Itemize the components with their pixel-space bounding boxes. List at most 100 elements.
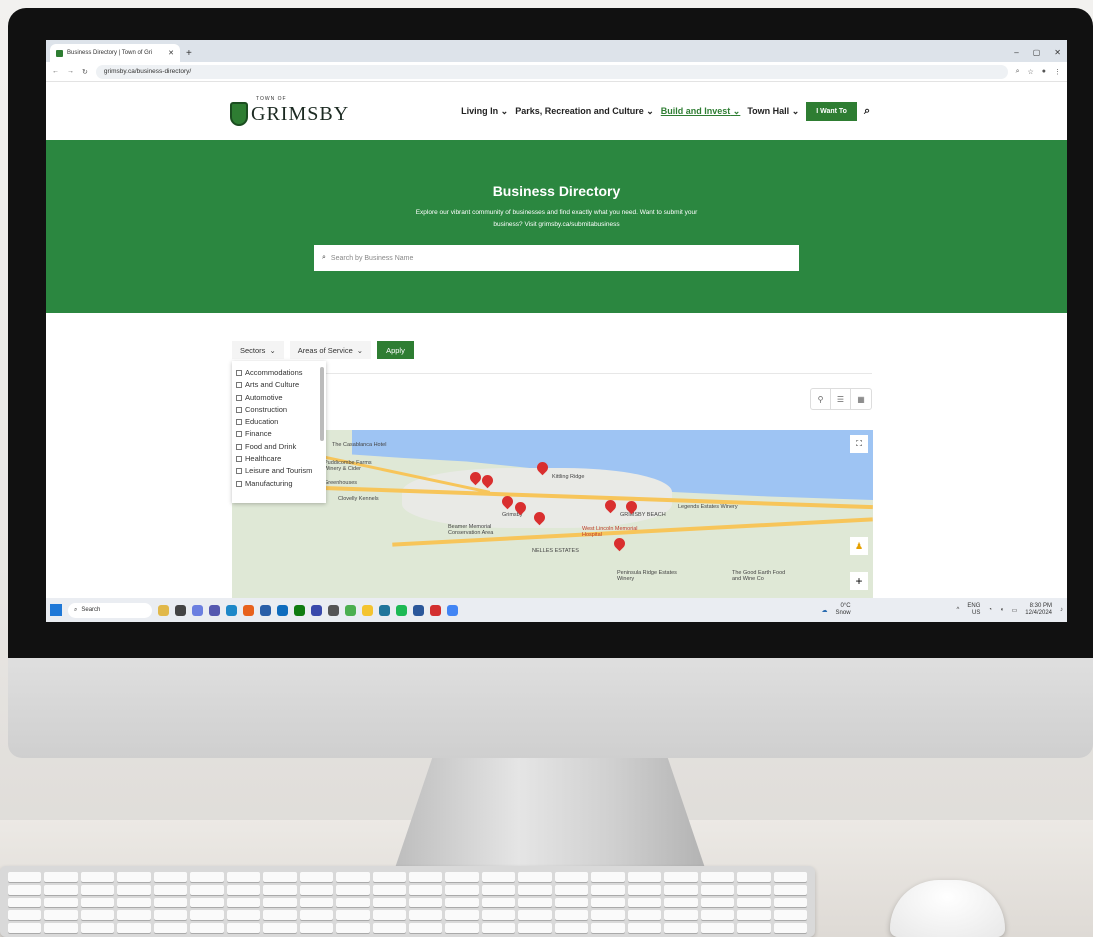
keyboard — [0, 866, 815, 937]
weather-icon[interactable]: ☁ — [822, 607, 828, 614]
sector-option[interactable]: Leisure and Tourism — [236, 465, 322, 477]
menu-dots-icon[interactable]: ⋮ — [1054, 68, 1061, 76]
search-icon[interactable]: ⌕ — [864, 105, 870, 118]
windows-start-icon[interactable] — [50, 604, 62, 616]
list-view-icon[interactable]: ☰ — [831, 389, 851, 409]
minimize-icon[interactable]: – — [1014, 48, 1018, 57]
checkbox[interactable] — [236, 480, 242, 487]
keyboard-key — [153, 910, 188, 921]
firefox-icon[interactable] — [243, 604, 254, 616]
sector-option[interactable]: Accommodations — [236, 367, 322, 379]
reload-icon[interactable]: ↻ — [82, 68, 88, 76]
fullscreen-icon[interactable]: ⛶ — [850, 435, 868, 453]
keyboard-key — [627, 872, 662, 882]
map-label: Legends Estates Winery — [678, 504, 738, 510]
checkbox[interactable] — [236, 443, 242, 450]
sector-option[interactable]: Construction — [236, 404, 322, 416]
checkbox[interactable] — [236, 419, 242, 426]
keyboard-key — [44, 872, 78, 882]
sector-option[interactable]: Finance — [236, 428, 322, 440]
chrome-icon[interactable] — [345, 604, 356, 616]
bookmark-star-icon[interactable]: ☆ — [1027, 68, 1033, 76]
keyboard-key — [8, 910, 42, 921]
nav-item-build-invest[interactable]: Build and Invest ⌄ — [661, 106, 741, 117]
weather-readout[interactable]: 0°C Snow — [836, 603, 851, 617]
forward-icon[interactable]: → — [67, 68, 74, 75]
store-icon[interactable] — [260, 604, 271, 616]
edge-icon[interactable] — [226, 604, 237, 616]
checkbox[interactable] — [236, 406, 242, 413]
scrollbar[interactable] — [320, 367, 324, 441]
keyboard-key — [153, 884, 188, 895]
checkbox[interactable] — [236, 370, 242, 376]
wordpress-icon[interactable] — [379, 604, 390, 616]
map-view-icon[interactable]: ▦ — [851, 389, 871, 409]
business-search-input[interactable]: ⌕ Search by Business Name — [314, 245, 799, 271]
map-pin-icon[interactable] — [611, 535, 628, 552]
url-field[interactable]: grimsby.ca/business-directory/ — [95, 64, 1008, 79]
zoom-in-button[interactable]: + — [850, 572, 868, 590]
business-map[interactable]: The Casablanca Hotel Puddicombe Farms Wi… — [232, 430, 873, 602]
keyboard-key — [372, 910, 406, 921]
street-view-pegman-icon[interactable]: ♟ — [850, 537, 868, 555]
browser-tab[interactable]: Business Directory | Town of Gri ✕ — [50, 44, 180, 62]
copilot-icon[interactable] — [192, 604, 203, 616]
maximize-icon[interactable]: ▢ — [1033, 48, 1041, 57]
checkbox[interactable] — [236, 431, 242, 438]
language-indicator[interactable]: ENG US — [967, 603, 980, 617]
word-icon[interactable] — [413, 604, 424, 616]
sector-option[interactable]: Manufacturing — [236, 478, 322, 490]
keyboard-key — [737, 923, 771, 933]
close-tab-icon[interactable]: ✕ — [168, 49, 174, 57]
file-explorer-icon[interactable] — [362, 604, 373, 616]
acrobat-icon[interactable] — [430, 604, 441, 616]
checkbox[interactable] — [236, 468, 242, 475]
sector-option[interactable]: Arts and Culture — [236, 379, 322, 391]
keyboard-key — [737, 872, 771, 882]
zoom-icon[interactable]: ⌕ — [1016, 68, 1020, 76]
nav-item-parks[interactable]: Parks, Recreation and Culture ⌄ — [515, 106, 654, 117]
widgets-icon[interactable] — [158, 604, 169, 616]
calculator-icon[interactable] — [328, 604, 339, 616]
areas-of-service-dropdown[interactable]: Areas of Service ⌄ — [289, 341, 372, 359]
sector-option[interactable]: Education — [236, 416, 322, 428]
sectors-dropdown[interactable]: Sectors ⌄ — [232, 341, 284, 359]
teams-icon[interactable] — [209, 604, 220, 616]
app-icon[interactable] — [311, 604, 322, 616]
map-pin-view-icon[interactable]: ⚲ — [811, 389, 831, 409]
keyboard-key — [263, 884, 297, 895]
chrome-active-icon[interactable] — [447, 604, 458, 616]
sector-option[interactable]: Automotive — [236, 392, 322, 404]
checkbox[interactable] — [236, 456, 242, 463]
keyboard-key — [117, 884, 151, 895]
close-window-icon[interactable]: ✕ — [1054, 48, 1061, 57]
xbox-icon[interactable] — [294, 604, 305, 616]
profile-icon[interactable]: ● — [1042, 68, 1046, 75]
spotify-icon[interactable] — [396, 604, 407, 616]
taskbar-search-input[interactable]: ⌕ Search — [68, 602, 152, 618]
sector-option-label: Construction — [245, 404, 288, 414]
clock[interactable]: 8:30 PM 12/4/2024 — [1025, 603, 1052, 617]
notification-bell-icon[interactable]: ♪ — [1060, 607, 1063, 613]
nav-item-living-in[interactable]: Living In ⌄ — [461, 106, 508, 117]
keyboard-key — [263, 923, 297, 933]
nav-item-town-hall[interactable]: Town Hall ⌄ — [747, 106, 799, 117]
keyboard-key — [408, 884, 443, 895]
back-icon[interactable]: ← — [52, 68, 59, 75]
wifi-icon[interactable]: ◔ — [988, 607, 992, 613]
i-want-to-button[interactable]: I Want To — [806, 101, 857, 121]
volume-icon[interactable]: ◖ — [1000, 607, 1004, 613]
outlook-icon[interactable] — [277, 604, 288, 616]
keyboard-key — [299, 923, 334, 933]
checkbox[interactable] — [236, 382, 242, 389]
chevron-up-icon[interactable]: ^ — [957, 607, 960, 613]
battery-icon[interactable]: ▭ — [1012, 607, 1018, 614]
checkbox[interactable] — [236, 394, 242, 401]
new-tab-icon[interactable]: + — [186, 48, 192, 59]
sector-option[interactable]: Healthcare — [236, 453, 322, 465]
task-view-icon[interactable] — [175, 604, 186, 616]
keyboard-key — [336, 897, 370, 908]
sector-option[interactable]: Food and Drink — [236, 441, 322, 453]
town-logo[interactable]: TOWN OF GRIMSBY — [230, 96, 349, 126]
apply-button[interactable]: Apply — [377, 341, 414, 359]
